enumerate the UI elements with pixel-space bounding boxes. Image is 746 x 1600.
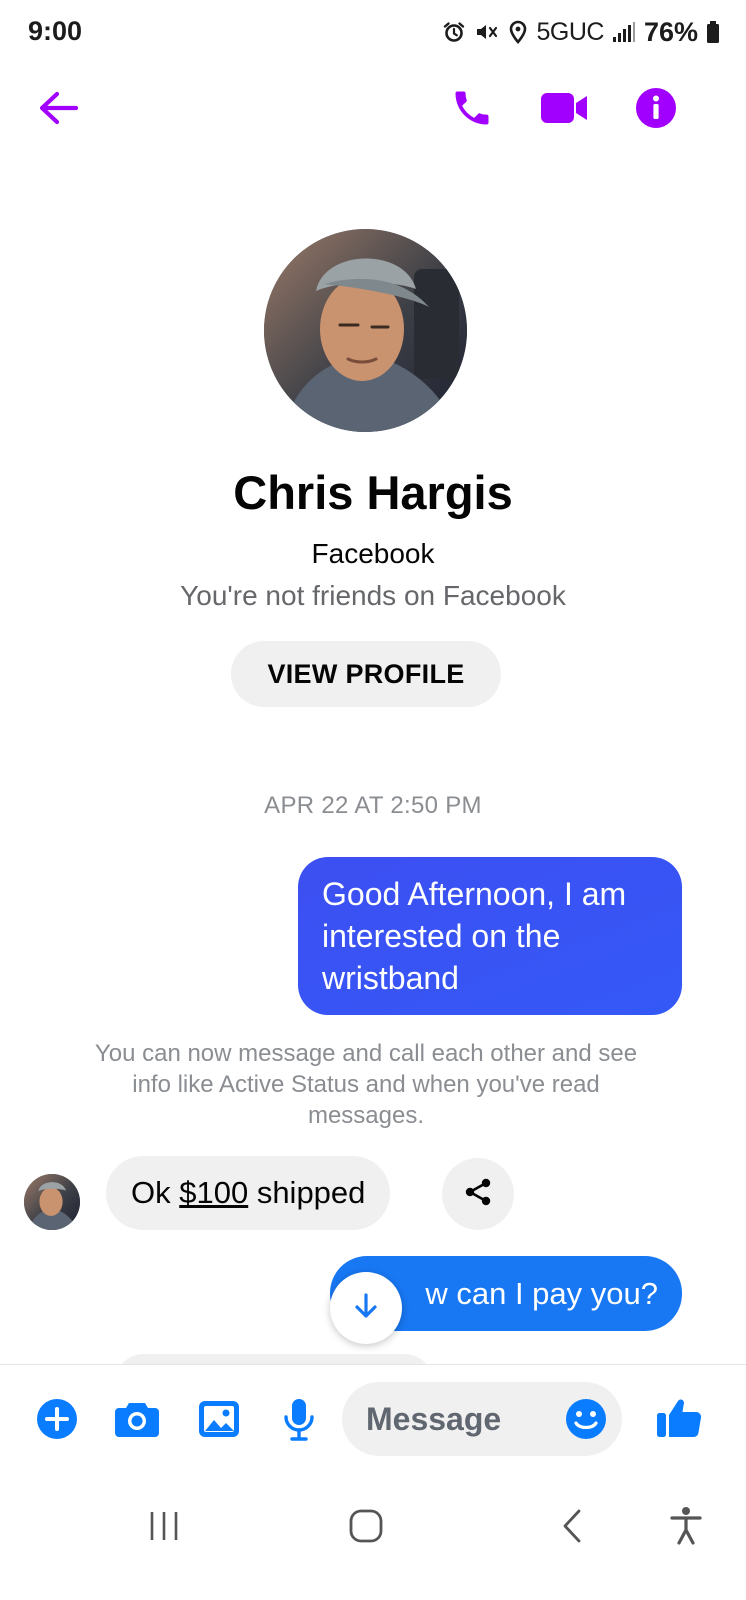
video-call-button[interactable] [534,82,594,138]
microphone-icon [282,1397,316,1446]
gallery-button[interactable] [197,1399,241,1443]
share-icon [462,1176,494,1213]
location-icon [508,20,528,44]
emoji-icon [564,1399,608,1445]
system-navigation-bar [0,1470,746,1600]
system-back-button[interactable] [542,1498,602,1558]
emoji-button[interactable] [564,1397,608,1441]
sender-avatar[interactable] [24,1174,80,1230]
profile-name: Chris Hargis [233,466,513,519]
status-bar: 9:00 5GUC 76% [0,0,746,66]
camera-button[interactable] [115,1399,159,1443]
back-button[interactable] [30,82,86,138]
incoming-message[interactable]: Ok $100 shipped [106,1156,391,1230]
accessibility-button[interactable] [656,1498,716,1558]
home-button[interactable] [336,1498,396,1558]
accessibility-icon [669,1506,703,1551]
price-link[interactable]: $100 [179,1175,248,1211]
info-button[interactable] [628,82,684,138]
outgoing-message[interactable]: Good Afternoon, I am interested on the w… [298,857,682,1015]
alarm-icon [442,20,466,44]
recents-button[interactable] [134,1498,194,1558]
chat-header [0,66,746,152]
message-composer: Message [0,1364,746,1470]
video-camera-icon [539,89,589,132]
message-line: wristband [322,960,459,996]
signal-icon [612,21,636,43]
info-icon [634,86,678,135]
battery-percent: 76% [643,16,698,47]
status-time: 9:00 [28,16,83,46]
status-icons: 5GUC 76% [442,14,720,50]
message-line: Good Afternoon, I am [322,876,627,912]
phone-icon [450,86,494,135]
battery-icon [706,20,720,44]
network-type: 5GUC [536,17,604,46]
gallery-icon [198,1400,240,1443]
thumbs-up-icon [656,1395,702,1444]
friendship-status: You're not friends on Facebook [180,580,566,611]
scroll-to-bottom-button[interactable] [330,1272,402,1344]
share-button[interactable] [442,1158,514,1230]
message-input[interactable]: Message [342,1382,622,1456]
arrow-down-icon [353,1292,379,1325]
message-line: interested on the [322,918,561,954]
system-notice: You can now message and call each other … [94,1040,638,1129]
message-text: shipped [248,1175,366,1210]
camera-icon [114,1399,160,1444]
voice-call-button[interactable] [444,82,500,138]
profile-platform: Facebook [311,538,435,569]
plus-icon [36,1398,78,1445]
view-profile-button[interactable]: VIEW PROFILE [231,641,501,707]
like-button[interactable] [655,1395,703,1443]
back-arrow-icon [37,90,79,131]
message-placeholder: Message [366,1401,502,1437]
message-timestamp: APR 22 AT 2:50 PM [264,792,482,819]
message-text: Ok [131,1175,180,1210]
voice-message-button[interactable] [277,1397,321,1446]
home-icon [348,1508,384,1549]
recents-icon [147,1509,181,1548]
more-actions-button[interactable] [35,1398,79,1445]
mute-icon [474,20,500,44]
back-icon [559,1508,585,1549]
profile-avatar [264,229,467,432]
